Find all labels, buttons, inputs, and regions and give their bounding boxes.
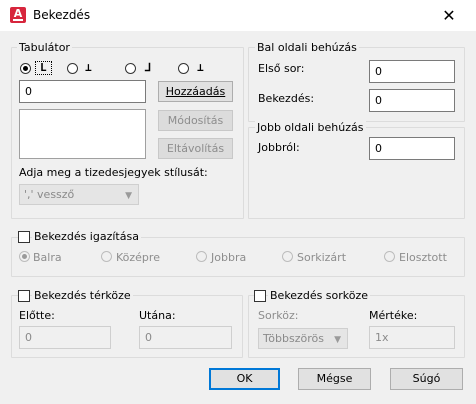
tab-list[interactable] <box>19 109 146 159</box>
align-right-radio[interactable] <box>196 251 207 262</box>
tab-type-decimal-radio[interactable] <box>178 63 189 74</box>
align-distribute-radio[interactable] <box>384 251 395 262</box>
line-spacing-checkbox[interactable] <box>254 290 266 302</box>
right-indent-label: Jobbról: <box>258 141 300 154</box>
ok-button[interactable]: OK <box>209 368 280 390</box>
right-indent-input[interactable]: 0 <box>369 137 455 160</box>
left-indent-group-title: Bal oldali behúzás <box>255 41 359 54</box>
first-line-input[interactable]: 0 <box>369 60 455 83</box>
line-spacing-value: Többszörös <box>263 332 324 345</box>
spacing-group-title: Bekezdés térköze <box>32 289 133 302</box>
autocad-app-icon: A <box>10 7 26 23</box>
tab-left-icon: L <box>35 61 52 75</box>
help-button[interactable]: Súgó <box>390 368 463 390</box>
after-input[interactable]: 0 <box>139 326 232 349</box>
tab-position-input[interactable]: 0 <box>19 80 146 103</box>
line-spacing-label: Sorköz: <box>258 309 299 322</box>
align-justify-radio[interactable] <box>282 251 293 262</box>
close-icon[interactable]: ✕ <box>434 6 464 26</box>
first-line-label: Első sor: <box>258 62 305 75</box>
tab-type-center-radio[interactable] <box>67 63 78 74</box>
cancel-button[interactable]: Mégse <box>298 368 371 390</box>
before-input[interactable]: 0 <box>19 326 111 349</box>
alignment-group-title: Bekezdés igazítása <box>32 230 141 243</box>
window-title: Bekezdés <box>33 8 91 22</box>
tab-center-icon: ⊥ <box>85 61 92 74</box>
before-label: Előtte: <box>19 309 55 322</box>
paragraph-indent-input[interactable]: 0 <box>369 89 455 112</box>
decimal-style-label: Adja meg a tizedesjegyek stílusát: <box>19 166 208 179</box>
align-justify-label: Sorkizárt <box>297 251 347 264</box>
align-left-label: Balra <box>33 251 62 264</box>
amount-label: Mértéke: <box>369 309 418 322</box>
tab-decimal-icon: ⊥ <box>197 61 204 74</box>
alignment-checkbox[interactable] <box>18 231 30 243</box>
add-tab-button[interactable]: Hozzáadás <box>158 81 233 102</box>
decimal-style-select[interactable]: ',' vessző ▼ <box>19 184 139 205</box>
spacing-checkbox[interactable] <box>18 290 30 302</box>
amount-input[interactable]: 1x <box>369 326 455 349</box>
after-label: Utána: <box>139 309 176 322</box>
line-spacing-group-title: Bekezdés sorköze <box>268 289 371 302</box>
chevron-down-icon: ▼ <box>125 191 132 201</box>
tab-right-icon: ⅃ <box>145 61 152 74</box>
align-center-label: Középre <box>116 251 160 264</box>
tabulator-group-title: Tabulátor <box>17 41 72 54</box>
tab-type-right-radio[interactable] <box>125 63 136 74</box>
right-indent-group-title: Jobb oldali behúzás <box>255 121 366 134</box>
decimal-style-value: ',' vessző <box>24 188 75 201</box>
align-center-radio[interactable] <box>101 251 112 262</box>
line-spacing-select[interactable]: Többszörös ▼ <box>258 328 348 349</box>
chevron-down-icon: ▼ <box>334 335 341 345</box>
align-distribute-label: Elosztott <box>399 251 447 264</box>
align-left-radio[interactable] <box>19 251 30 262</box>
align-right-label: Jobbra <box>211 251 247 264</box>
modify-tab-button[interactable]: Módosítás <box>158 110 233 131</box>
tab-type-left-radio[interactable] <box>20 63 31 74</box>
paragraph-indent-label: Bekezdés: <box>258 92 315 105</box>
remove-tab-button[interactable]: Eltávolítás <box>158 138 233 159</box>
